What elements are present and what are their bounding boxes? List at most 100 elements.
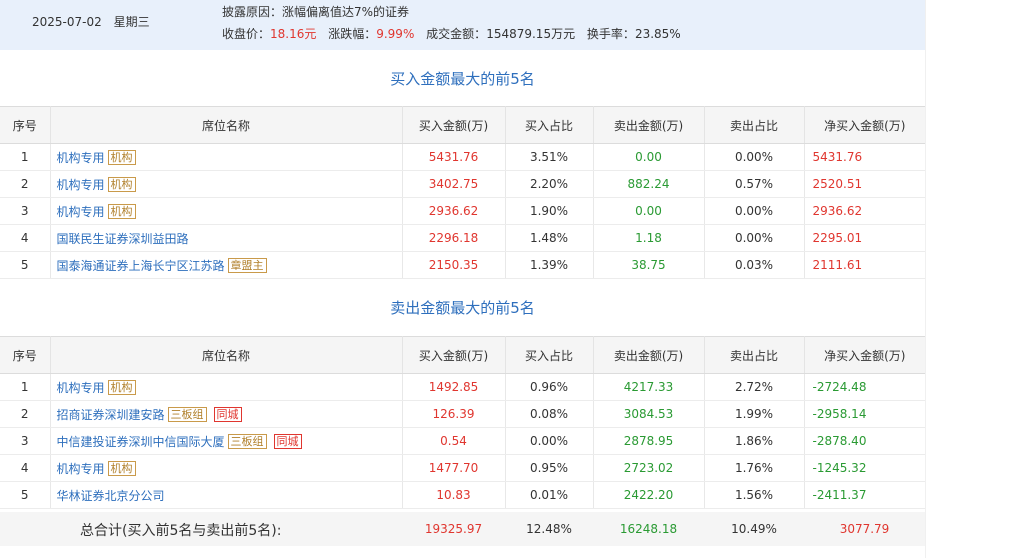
table-row[interactable]: 3 中信建投证券深圳中信国际大厦 三板组 同城 0.54 0.00% 2878.95 1.86… [0,427,925,455]
table-row[interactable]: 1 机构专用 机构 1492.85 0.96% 4217.33 2.72% -2724.48 [0,373,925,401]
col-header-buy: 买入金额(万) [402,336,506,374]
buy-section-title: 买入金额最大的前5名 [390,70,535,88]
sell-amount-cell: 0.00 [593,143,705,171]
seat-name-link[interactable]: 机构专用 [57,381,105,395]
col-header-seat: 席位名称 [50,106,403,144]
change-value: 9.99% [376,27,415,41]
seat-name-link[interactable]: 招商证券深圳建安路 [57,408,165,422]
buy-ratio-cell: 0.95% [505,454,594,482]
seat-name-link[interactable]: 国泰海通证券上海长宁区江苏路 [57,259,225,273]
seat-name-link[interactable]: 国联民生证券深圳益田路 [57,232,189,246]
seat-name-link[interactable]: 中信建投证券深圳中信国际大厦 [57,435,225,449]
seat-name-cell: 招商证券深圳建安路 三板组 同城 [50,400,403,428]
net-buy-cell: -2958.14 [804,400,925,428]
sell-ratio-cell: 0.00% [704,224,805,252]
col-header-sell: 卖出金额(万) [593,106,705,144]
seat-name-cell: 机构专用 机构 [50,454,403,482]
page-margin [925,0,1024,558]
rate-label: 换手率： [586,27,635,41]
seat-name-cell: 国泰海通证券上海长宁区江苏路 章盟主 [50,251,403,279]
buy-ratio-cell: 0.96% [505,373,594,401]
table-header-row: 序号 席位名称 买入金额(万) 买入占比 卖出金额(万) 卖出占比 净买入金额(… [0,106,925,144]
col-header-net: 净买入金额(万) [804,336,925,374]
buy-ratio-cell: 0.08% [505,400,594,428]
seat-tag-badge[interactable]: 章盟主 [227,257,267,273]
change-label: 涨跌幅： [328,27,377,41]
col-header-sell: 卖出金额(万) [593,336,705,374]
seat-tag-badge[interactable]: 机构 [107,379,136,395]
seat-tag-badge[interactable]: 机构 [107,176,136,192]
seat-name-cell: 机构专用 机构 [50,143,403,171]
table-row[interactable]: 4 国联民生证券深圳益田路 2296.18 1.48% 1.18 0.00% 2295.01 [0,224,925,252]
seat-name-link[interactable]: 机构专用 [57,178,105,192]
sell-section-title: 卖出金额最大的前5名 [390,299,535,317]
seat-tag-badge[interactable]: 三板组 [227,433,267,449]
buy-ratio-cell: 0.00% [505,427,594,455]
sell-ratio-cell: 1.76% [704,454,805,482]
col-header-no: 序号 [0,336,51,374]
total-sell: 16248.18 [619,522,678,536]
col-header-sell-pct: 卖出占比 [704,106,805,144]
buy-ratio-cell: 1.39% [505,251,594,279]
seat-name-link[interactable]: 机构专用 [57,462,105,476]
buy-amount-cell: 2936.62 [402,197,506,225]
table-row[interactable]: 4 机构专用 机构 1477.70 0.95% 2723.02 1.76% -1245.32 [0,454,925,482]
buy-ratio-cell: 1.90% [505,197,594,225]
rank-cell: 2 [0,170,51,198]
buy-amount-cell: 3402.75 [402,170,506,198]
same-city-badge[interactable]: 同城 [273,433,302,449]
disclosure-reason: 披露原因：涨幅偏离值达7%的证券 [222,5,410,19]
col-header-buy-pct: 买入占比 [505,336,594,374]
rank-cell: 3 [0,197,51,225]
seat-name-link[interactable]: 华林证券北京分公司 [57,489,165,503]
lhb-panel: 2025-07-02 星期三 披露原因：涨幅偏离值达7%的证券 收盘价：18.1… [0,0,925,558]
buy-amount-cell: 2150.35 [402,251,506,279]
table-header-row: 序号 席位名称 买入金额(万) 买入占比 卖出金额(万) 卖出占比 净买入金额(… [0,336,925,374]
seat-name-link[interactable]: 机构专用 [57,205,105,219]
turnover-label: 成交金额： [426,27,487,41]
rank-cell: 2 [0,400,51,428]
sell-ratio-cell: 2.72% [704,373,805,401]
table-row[interactable]: 3 机构专用 机构 2936.62 1.90% 0.00 0.00% 2936.62 [0,197,925,225]
turnover-value: 154879.15万元 [486,27,576,41]
table-row[interactable]: 2 招商证券深圳建安路 三板组 同城 126.39 0.08% 3084.53 1.99% -2… [0,400,925,428]
rank-cell: 1 [0,373,51,401]
table-row[interactable]: 2 机构专用 机构 3402.75 2.20% 882.24 0.57% 2520.51 [0,170,925,198]
sell-amount-cell: 2878.95 [593,427,705,455]
buy-amount-cell: 0.54 [402,427,506,455]
sell-amount-cell: 882.24 [593,170,705,198]
sell-ratio-cell: 0.57% [704,170,805,198]
rank-cell: 4 [0,224,51,252]
same-city-badge[interactable]: 同城 [213,406,242,422]
sell-ratio-cell: 0.03% [704,251,805,279]
table-row[interactable]: 5 华林证券北京分公司 10.83 0.01% 2422.20 1.56% -2411.37 [0,481,925,509]
seat-tag-badge[interactable]: 三板组 [167,406,207,422]
rank-cell: 4 [0,454,51,482]
seat-name-link[interactable]: 机构专用 [57,151,105,165]
sell-amount-cell: 38.75 [593,251,705,279]
weekday-text: 星期三 [113,15,150,29]
sell-ratio-cell: 0.00% [704,143,805,171]
net-buy-cell: -1245.32 [804,454,925,482]
buy-amount-cell: 126.39 [402,400,506,428]
table-row[interactable]: 5 国泰海通证券上海长宁区江苏路 章盟主 2150.35 1.39% 38.75 0.03%… [0,251,925,279]
total-buy: 19325.97 [424,522,483,536]
rank-cell: 1 [0,143,51,171]
col-header-buy: 买入金额(万) [402,106,506,144]
buy-ratio-cell: 2.20% [505,170,594,198]
buy-ratio-cell: 1.48% [505,224,594,252]
sell-ratio-cell: 1.86% [704,427,805,455]
col-header-sell-pct: 卖出占比 [704,336,805,374]
seat-tag-badge[interactable]: 机构 [107,460,136,476]
sell-amount-cell: 2422.20 [593,481,705,509]
buy-top5-table: 序号 席位名称 买入金额(万) 买入占比 卖出金额(万) 卖出占比 净买入金额(… [0,106,925,279]
seat-tag-badge[interactable]: 机构 [107,203,136,219]
seat-tag-badge[interactable]: 机构 [107,149,136,165]
col-header-net: 净买入金额(万) [804,106,925,144]
sell-amount-cell: 4217.33 [593,373,705,401]
buy-amount-cell: 5431.76 [402,143,506,171]
col-header-buy-pct: 买入占比 [505,106,594,144]
sell-amount-cell: 2723.02 [593,454,705,482]
net-buy-cell: 2295.01 [804,224,925,252]
table-row[interactable]: 1 机构专用 机构 5431.76 3.51% 0.00 0.00% 5431.76 [0,143,925,171]
